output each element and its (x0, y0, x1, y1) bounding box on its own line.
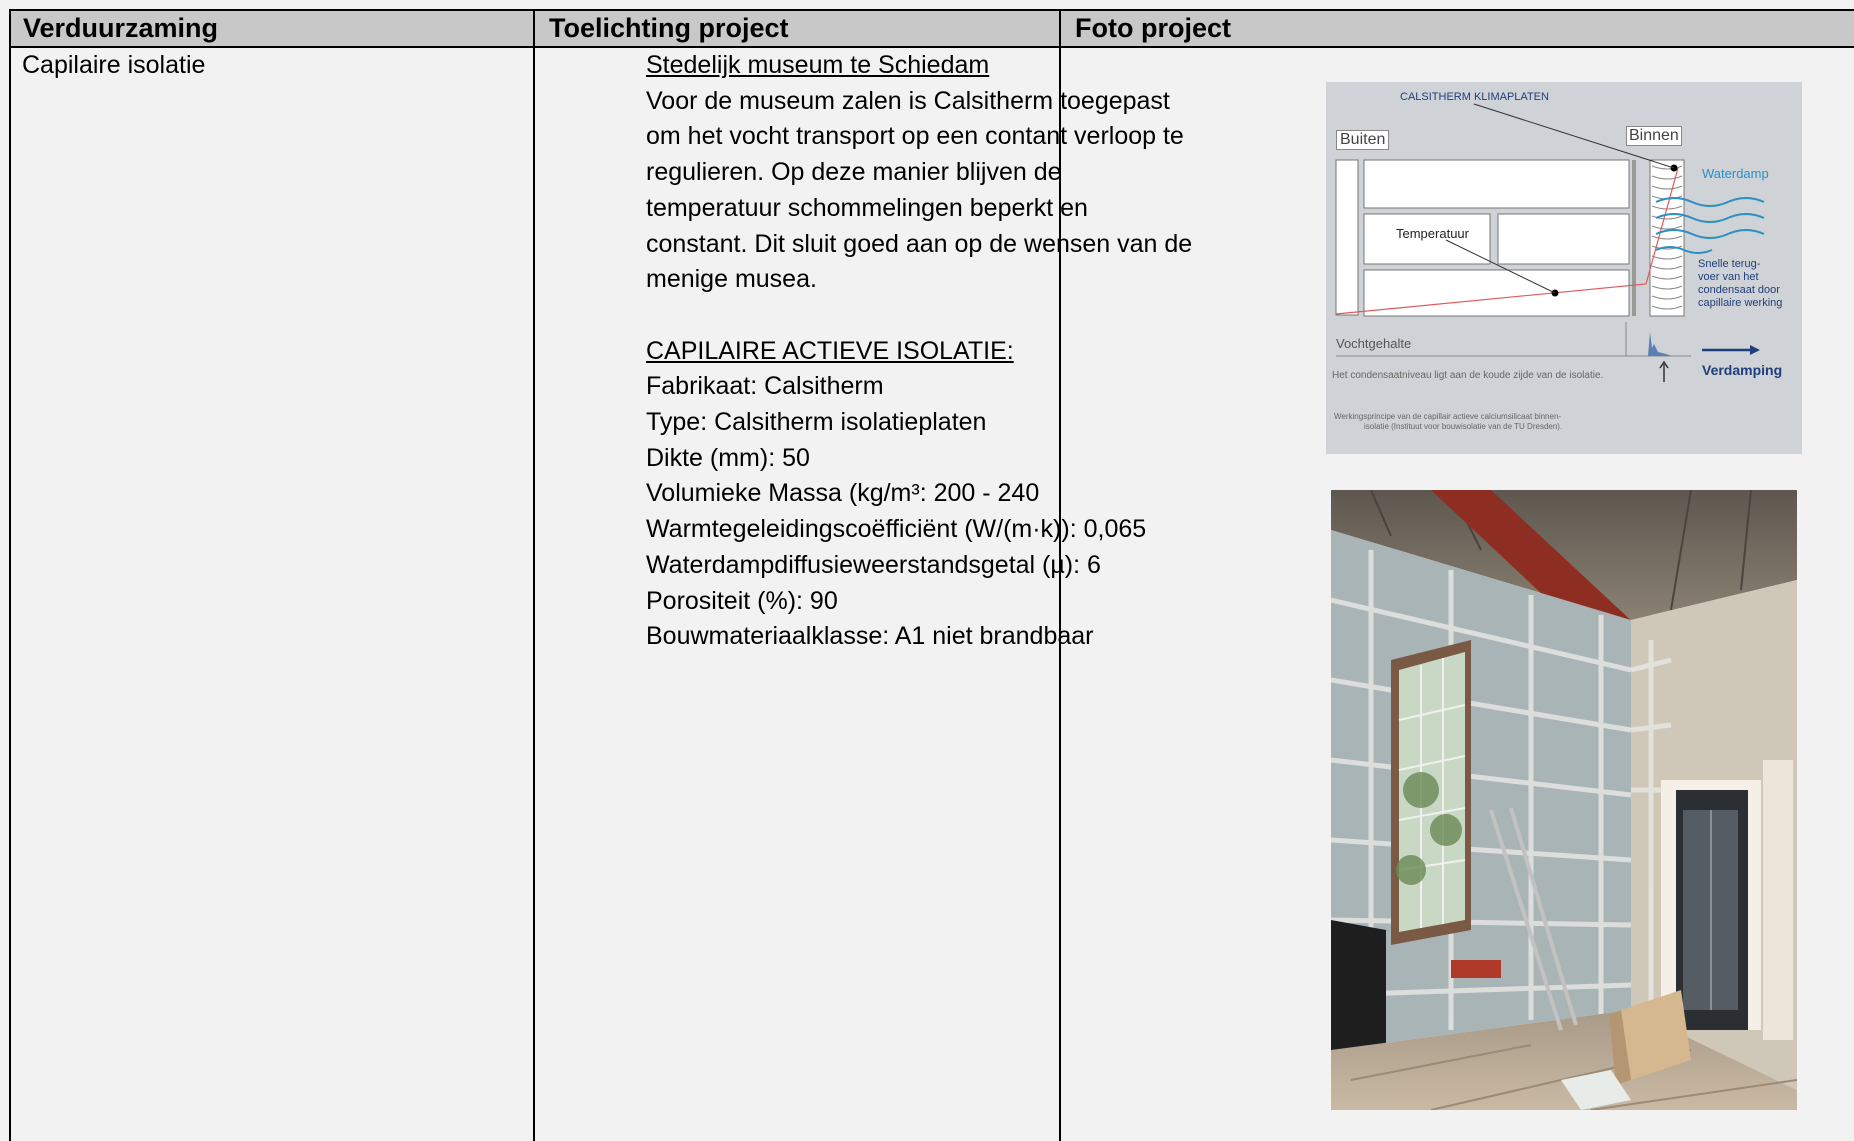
spec-line: Waterdampdiffusieweerstandsgetal (µ): 6 (646, 550, 1101, 579)
diagram-label-temperature: Temperatuur (1396, 226, 1469, 241)
description-line: menige musea. (646, 265, 817, 294)
spec-line: Type: Calsitherm isolatieplaten (646, 408, 987, 437)
diagram-label-evaporation: Verdamping (1702, 362, 1783, 378)
diagram-label-inside: Binnen (1626, 126, 1682, 146)
project-title: Stedelijk museum te Schiedam (646, 51, 990, 79)
description-line: om het vocht transport op een contant ve… (646, 122, 1184, 151)
spec-line: Volumieke Massa (kg/m³: 200 - 240 (646, 479, 1040, 508)
description-line: constant. Dit sluit goed aan op de wense… (646, 229, 1193, 258)
diagram-caption: Werkingsprincipe van de capillair actiev… (1334, 412, 1563, 431)
spec-heading: CAPILAIRE ACTIEVE ISOLATIE: (646, 336, 1014, 365)
header-foto: Foto project (1075, 13, 1231, 43)
diagram-label-moisture: Vochtgehalte (1336, 336, 1412, 351)
header-verduurzaming: Verduurzaming (23, 13, 219, 43)
spec-line: Warmtegeleidingscoëfficiënt (W/(m·k)): 0… (646, 515, 1147, 544)
diagram-label-outside: Buiten (1336, 130, 1390, 150)
diagram-capillary-note: Snelle terug- voer van het condensaat do… (1698, 258, 1783, 309)
diagram-title: CALSITHERM KLIMAPLATEN (1400, 91, 1549, 103)
description-line: Voor de museum zalen is Calsitherm toege… (646, 86, 1170, 115)
construction-photo-drawing (1331, 490, 1797, 1110)
diagram-label-vapor: Waterdamp (1702, 166, 1769, 181)
construction-photo (1331, 490, 1797, 1110)
spec-line: Dikte (mm): 50 (646, 443, 810, 472)
spec-line: Fabrikaat: Calsitherm (646, 372, 884, 401)
toelichting-cell: Stedelijk museum te Schiedam Voor de mus… (646, 48, 1192, 655)
diagram-condensate-note: Het condensaatniveau ligt aan de koude z… (1332, 370, 1604, 381)
column-divider-1 (533, 11, 535, 1141)
calsitherm-diagram: CALSITHERM KLIMAPLATEN Buiten Binnen Wat… (1326, 82, 1802, 454)
description-line: temperatuur schommelingen beperkt en (646, 193, 1088, 222)
description-line: regulieren. Op deze manier blijven de (646, 158, 1062, 187)
spec-line: Bouwmateriaalklasse: A1 niet brandbaar (646, 622, 1094, 651)
verduurzaming-cell: Capilaire isolatie (22, 51, 206, 79)
header-toelichting: Toelichting project (549, 13, 789, 43)
spec-line: Porositeit (%): 90 (646, 586, 838, 615)
